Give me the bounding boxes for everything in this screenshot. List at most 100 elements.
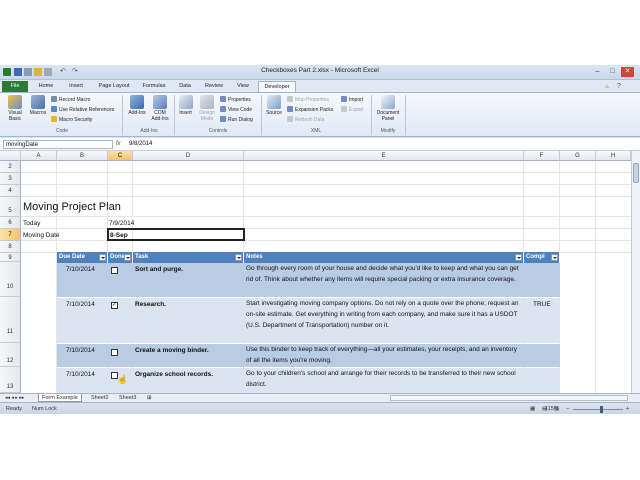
row-header-11[interactable]: 11	[0, 297, 21, 343]
maximize-button[interactable]: □	[606, 67, 619, 77]
zoom-level[interactable]: 115%	[545, 406, 559, 412]
name-box[interactable]: movingDate	[3, 140, 113, 149]
source-button[interactable]: Source	[264, 95, 284, 116]
column-header-a[interactable]: A	[21, 151, 57, 161]
due-date-cell[interactable]: 7/10/2014	[66, 369, 95, 380]
tab-page-layout[interactable]: Page Layout	[94, 81, 134, 92]
view-normal-icon[interactable]: ▦	[530, 406, 535, 412]
header-due-date[interactable]: Due Date	[57, 252, 108, 263]
notes-cell[interactable]: Go to your children's school and arrange…	[246, 368, 522, 390]
filter-dropdown-icon[interactable]	[235, 254, 242, 261]
zoom-slider[interactable]	[573, 409, 623, 410]
minimize-button[interactable]: –	[591, 67, 604, 77]
view-code-button[interactable]: View Code	[220, 106, 252, 114]
tab-developer[interactable]: Developer	[258, 81, 296, 92]
horizontal-scrollbar[interactable]	[390, 395, 628, 401]
row-header-5[interactable]: 5	[0, 197, 21, 217]
insert-sheet-icon[interactable]: ⊞	[144, 394, 155, 402]
import-button[interactable]: Import	[341, 96, 363, 104]
close-button[interactable]: ✕	[621, 67, 634, 77]
com-add-ins-button[interactable]: COM Add-Ins	[149, 95, 171, 122]
vertical-scrollbar[interactable]	[631, 151, 640, 393]
header-notes[interactable]: Notes	[244, 252, 524, 263]
row-header-12[interactable]: 12	[0, 343, 21, 367]
row-header-8[interactable]: 8	[0, 241, 21, 253]
done-checkbox-checked[interactable]: ✓	[111, 302, 118, 309]
column-header-g[interactable]: G	[560, 151, 596, 161]
row-header-10[interactable]: 10	[0, 262, 21, 297]
notes-cell[interactable]: Start investigating moving company optio…	[246, 298, 522, 331]
tab-data[interactable]: Data	[174, 81, 196, 92]
filter-dropdown-icon[interactable]	[515, 254, 522, 261]
map-properties-button[interactable]: Map Properties	[287, 96, 329, 104]
insert-control-label: Insert	[179, 110, 192, 116]
row-header-13[interactable]: 13	[0, 367, 21, 393]
expansion-packs-button[interactable]: Expansion Packs	[287, 106, 333, 114]
row-header-9[interactable]: 9	[0, 253, 21, 262]
document-panel-button[interactable]: Document Panel	[374, 95, 402, 122]
row-header-3[interactable]: 3	[0, 173, 21, 185]
run-dialog-button[interactable]: Run Dialog	[220, 116, 253, 124]
help-icon[interactable]: ?	[614, 81, 624, 92]
macros-button[interactable]: Macros	[28, 95, 48, 116]
column-header-c[interactable]: C	[108, 151, 133, 161]
tab-review[interactable]: Review	[200, 81, 228, 92]
macro-security-button[interactable]: Macro Security	[51, 116, 92, 124]
row-header-4[interactable]: 4	[0, 185, 21, 197]
notes-cell[interactable]: Go through every room of your house and …	[246, 263, 522, 285]
export-button[interactable]: Export	[341, 106, 363, 114]
task-cell[interactable]: Organize school records.	[135, 369, 213, 380]
sheet-tab-sheet3[interactable]: Sheet3	[116, 394, 139, 402]
header-done[interactable]: Done	[108, 252, 133, 263]
add-ins-button[interactable]: Add-Ins	[125, 95, 149, 116]
done-checkbox[interactable]	[111, 349, 118, 356]
sheet-nav-icon[interactable]: ◂◂ ◂ ▸ ▸▸	[2, 394, 27, 402]
notes-cell[interactable]: Use this binder to keep track of everyth…	[246, 344, 522, 366]
header-task[interactable]: Task	[133, 252, 244, 263]
task-cell[interactable]: Sort and purge.	[135, 264, 183, 275]
done-checkbox[interactable]	[111, 267, 118, 274]
due-date-cell[interactable]: 7/10/2014	[66, 264, 95, 275]
task-cell[interactable]: Create a moving binder.	[135, 345, 209, 356]
refresh-data-button[interactable]: Refresh Data	[287, 116, 324, 124]
column-header-f[interactable]: F	[524, 151, 560, 161]
select-all-corner[interactable]	[0, 151, 21, 161]
filter-dropdown-icon[interactable]	[551, 254, 558, 261]
column-header-b[interactable]: B	[57, 151, 108, 161]
row-header-6[interactable]: 6	[0, 217, 21, 229]
design-mode-button[interactable]: Design Mode	[196, 95, 218, 122]
sheet-tab-form-example[interactable]: Form Example	[38, 394, 82, 402]
moving-date-value[interactable]: 8-Sep	[110, 230, 128, 241]
tab-file[interactable]: File	[2, 81, 28, 92]
task-cell[interactable]: Research.	[135, 299, 166, 310]
tab-formulas[interactable]: Formulas	[138, 81, 170, 92]
filter-dropdown-icon[interactable]	[124, 254, 131, 261]
column-header-e[interactable]: E	[244, 151, 524, 161]
due-date-cell[interactable]: 7/10/2014	[66, 345, 95, 356]
zoom-in-icon[interactable]: +	[626, 406, 629, 412]
zoom-out-icon[interactable]: −	[566, 406, 569, 412]
tab-home[interactable]: Home	[34, 81, 58, 92]
row-header-2[interactable]: 2	[0, 161, 21, 173]
visual-basic-button[interactable]: Visual Basic	[4, 95, 26, 122]
header-complete[interactable]: Compl	[524, 252, 560, 263]
row-header-7[interactable]: 7	[0, 229, 21, 241]
column-header-d[interactable]: D	[133, 151, 244, 161]
minimize-ribbon-icon[interactable]: ▵	[602, 81, 612, 92]
insert-function-icon[interactable]: fx	[116, 140, 121, 149]
zoom-slider-handle[interactable]	[600, 406, 603, 413]
insert-control-button[interactable]: Insert	[177, 95, 194, 116]
scrollbar-thumb[interactable]	[633, 163, 639, 183]
formula-input[interactable]: 9/8/2014	[129, 140, 634, 149]
tab-insert[interactable]: Insert	[62, 81, 90, 92]
properties-button[interactable]: Properties	[220, 96, 251, 104]
filter-dropdown-icon[interactable]	[99, 254, 106, 261]
record-macro-button[interactable]: Record Macro	[51, 96, 90, 104]
worksheet-grid[interactable]: A B C D E F G H 2 3 4 5 6 7 8 9 10 11 12…	[0, 151, 631, 393]
tab-view[interactable]: View	[232, 81, 254, 92]
relative-references-button[interactable]: Use Relative References	[51, 106, 114, 114]
column-header-h[interactable]: H	[596, 151, 631, 161]
sheet-tab-sheet2[interactable]: Sheet2	[88, 394, 111, 402]
complete-cell[interactable]: TRUE	[533, 299, 551, 310]
due-date-cell[interactable]: 7/10/2014	[66, 299, 95, 310]
